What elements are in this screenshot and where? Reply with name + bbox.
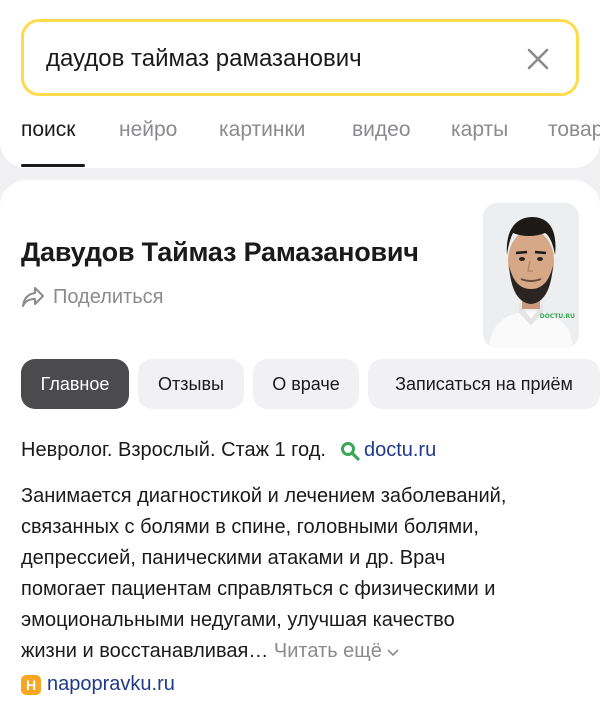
share-button[interactable]: Поделиться (21, 284, 163, 310)
doctu-link-label: doctu.ru (363, 439, 437, 461)
tab-video[interactable]: видео (352, 118, 411, 142)
tab-maps[interactable]: карты (451, 118, 508, 142)
doctor-card: Давудов Таймаз Рамазанович Поделиться DO… (0, 180, 600, 713)
doctor-name: Давудов Таймаз Рамазанович (21, 237, 419, 267)
description-line: Занимается диагностикой и лечением забол… (21, 485, 507, 507)
description-last-line: жизни и восстанавливая… Читать ещё (21, 636, 581, 667)
chip-about-doctor[interactable]: О враче (253, 359, 359, 409)
share-label: Поделиться (53, 285, 164, 308)
description-line: связанных с болями в спине, головными бо… (21, 516, 479, 538)
specialty-text: Невролог. Взрослый. Стаж 1 год. (21, 439, 326, 461)
close-icon (527, 48, 549, 70)
read-more-label: Читать ещё (273, 640, 382, 662)
chip-main[interactable]: Главное (21, 359, 129, 409)
search-tabs: поиск нейро картинки видео карты товары (0, 116, 600, 168)
search-box (21, 19, 579, 96)
doctor-photo[interactable]: DOCTU.RU (483, 203, 579, 348)
description-line: эмоциональными недугами, улучшая качеств… (21, 609, 455, 631)
chevron-down-icon (387, 649, 400, 657)
tab-goods[interactable]: товары (548, 118, 600, 142)
specialty-line: Невролог. Взрослый. Стаж 1 год. doctu.ru (21, 439, 436, 462)
magnifier-source-icon (340, 441, 360, 461)
search-input[interactable] (46, 42, 506, 76)
description-line: депрессией, паническими атаками и др. Вр… (21, 547, 446, 569)
doctor-portrait-image (483, 203, 579, 348)
read-more-button[interactable]: Читать ещё (274, 640, 400, 662)
tab-search[interactable]: поиск (21, 118, 75, 142)
share-icon (22, 287, 44, 307)
doctor-description: Занимается диагностикой и лечением забол… (21, 481, 581, 667)
chip-reviews[interactable]: Отзывы (138, 359, 244, 409)
napopravku-source-link[interactable]: Н napopravku.ru (21, 673, 175, 696)
description-line: помогает пациентам справляться с физичес… (21, 578, 496, 600)
active-tab-indicator (21, 164, 85, 167)
napopravku-link-label: napopravku.ru (47, 673, 175, 695)
description-line: жизни и восстанавливая… (21, 640, 269, 662)
tab-neuro[interactable]: нейро (119, 118, 177, 142)
napopravku-badge-icon: Н (21, 674, 41, 695)
chip-book-appointment[interactable]: Записаться на приём (368, 359, 600, 409)
doctu-source-link[interactable]: doctu.ru (340, 439, 436, 462)
photo-watermark: DOCTU.RU (539, 313, 575, 320)
tab-images[interactable]: картинки (219, 118, 305, 142)
search-header: поиск нейро картинки видео карты товары (0, 0, 600, 168)
clear-search-button[interactable] (524, 45, 552, 73)
